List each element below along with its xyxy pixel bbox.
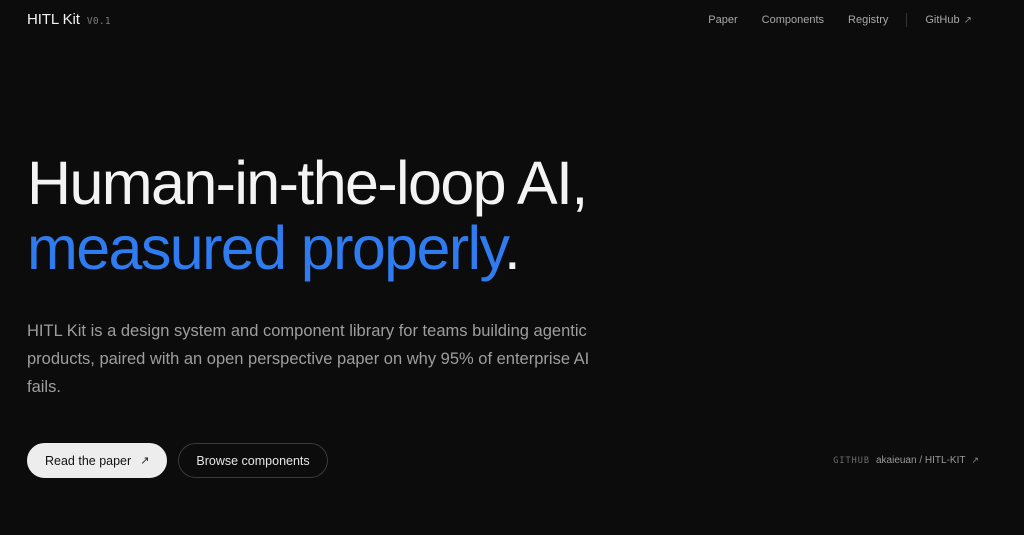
github-repo-link[interactable]: GITHUB akaieuan / HITL-KIT ↗: [833, 455, 979, 466]
headline-line-1: Human-in-the-loop AI,: [27, 149, 588, 217]
nav-link-registry[interactable]: Registry: [848, 14, 888, 26]
arrow-up-right-icon: ↗: [140, 455, 150, 467]
nav-link-components[interactable]: Components: [762, 14, 824, 26]
read-paper-label: Read the paper: [45, 453, 132, 468]
nav-divider: [906, 13, 908, 27]
brand-logo[interactable]: HITL Kit V0.1: [27, 11, 111, 28]
version-badge: V0.1: [86, 16, 111, 27]
nav-link-paper[interactable]: Paper: [708, 14, 737, 26]
headline-accent: measured properly: [27, 214, 505, 282]
browse-components-button[interactable]: Browse components: [178, 443, 328, 478]
read-paper-button[interactable]: Read the paper ↗: [27, 443, 168, 478]
repo-path: akaieuan / HITL-KIT: [875, 455, 966, 466]
nav-link-github-label: GitHub: [925, 14, 960, 26]
brand-name: HITL Kit: [27, 11, 80, 28]
top-nav: Paper Components Registry GitHub ↗: [708, 13, 972, 27]
hero-actions: Read the paper ↗ Browse components: [27, 443, 328, 478]
hero-description: HITL Kit is a design system and componen…: [27, 322, 590, 396]
landing-page: HITL Kit V0.1 Paper Components Registry …: [0, 0, 1024, 535]
arrow-up-right-icon: ↗: [971, 455, 979, 465]
repo-label: GITHUB: [833, 456, 870, 466]
nav-link-github[interactable]: GitHub ↗: [925, 14, 972, 26]
site-header: HITL Kit V0.1 Paper Components Registry …: [0, 0, 1024, 40]
hero-headline: Human-in-the-loop AI, measured properly.: [27, 149, 588, 282]
headline-period: .: [503, 214, 521, 282]
browse-components-label: Browse components: [196, 453, 310, 468]
external-arrow-icon: ↗: [963, 15, 972, 26]
